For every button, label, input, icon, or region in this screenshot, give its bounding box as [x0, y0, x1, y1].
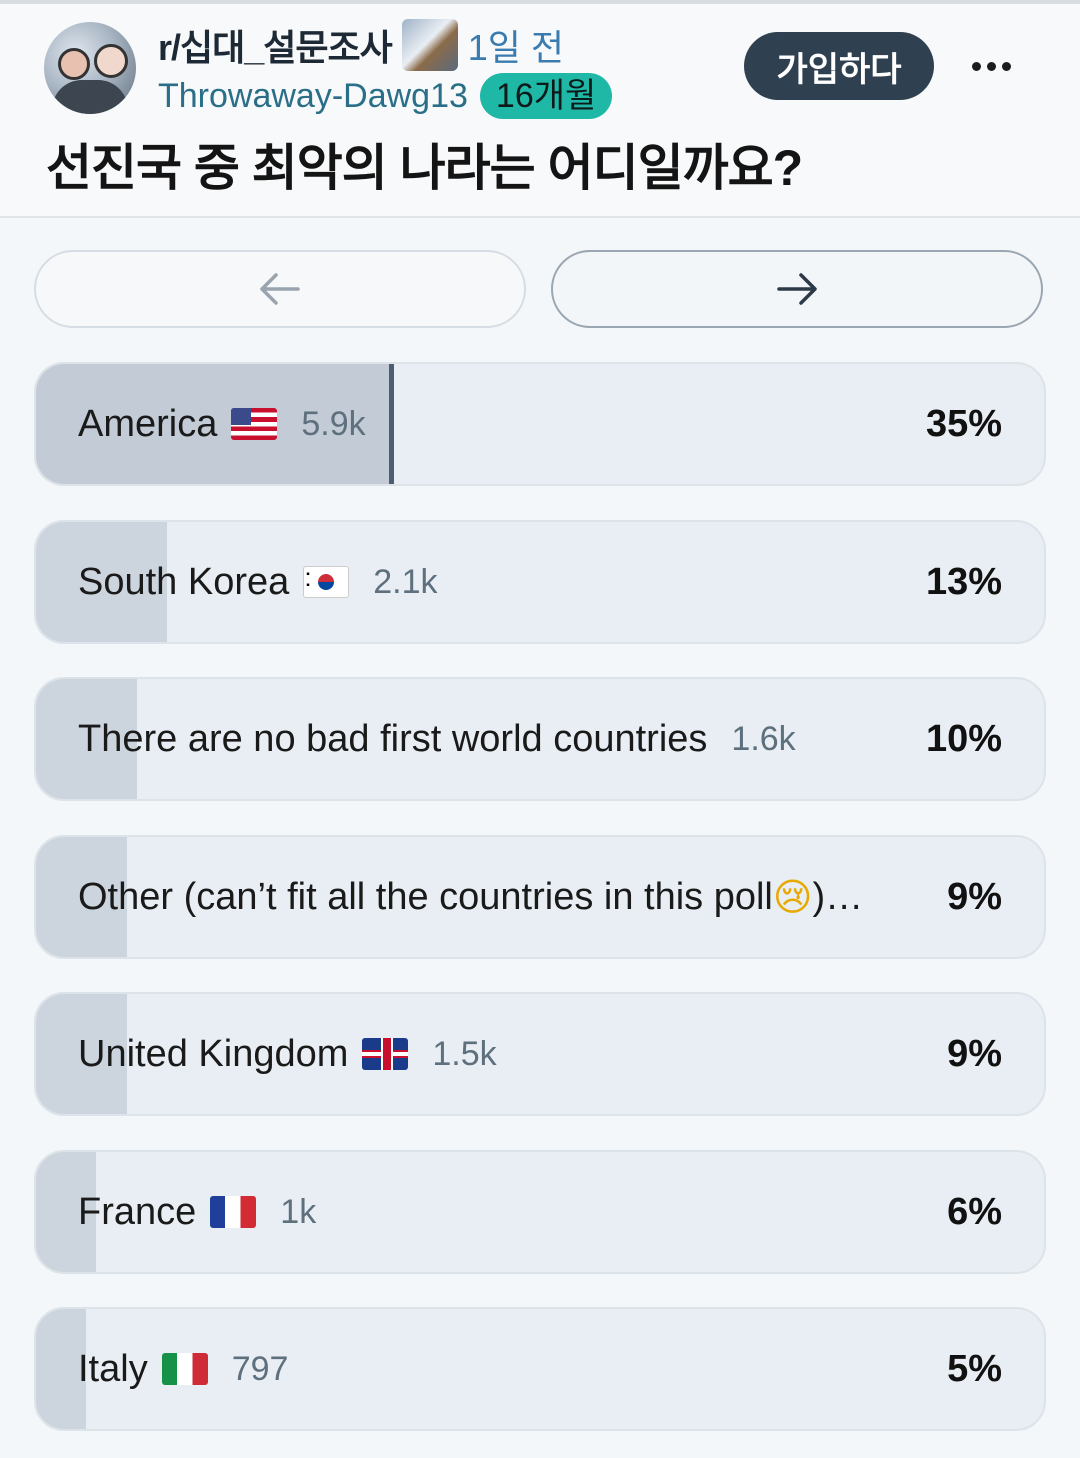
post-time: 1일 전 [467, 27, 565, 68]
vote-percent: 10% [925, 717, 1002, 760]
option-label: France [78, 1190, 197, 1233]
poll-option-united-kingdom[interactable]: United Kingdom 1.5k 9% [34, 992, 1046, 1116]
crying-face-icon: 😢 [772, 875, 813, 919]
subreddit-name[interactable]: r/십대_설문조사 [158, 19, 393, 71]
vote-percent: 6% [947, 1190, 1002, 1233]
poll-option-italy[interactable]: Italy 797 5% [34, 1307, 1046, 1431]
uk-flag-icon [362, 1038, 409, 1070]
poll-option-other[interactable]: Other (can’t fit all the countries in th… [34, 835, 1046, 959]
more-options-button[interactable] [966, 44, 1016, 88]
poll-option-no-bad-countries[interactable]: There are no bad first world countries 1… [34, 677, 1046, 801]
next-button[interactable] [551, 250, 1043, 328]
vote-percent: 5% [947, 1347, 1002, 1390]
vote-count: 1.6k [731, 719, 796, 758]
poll-option-france[interactable]: France 1k 6% [34, 1150, 1046, 1274]
arrow-left-icon [260, 273, 300, 305]
subreddit-avatar[interactable] [44, 22, 136, 114]
more-dot-icon [986, 61, 996, 71]
vote-count: 1k [280, 1192, 317, 1231]
more-dot-icon [1001, 61, 1011, 71]
previous-button[interactable] [34, 250, 526, 328]
option-label: Italy [78, 1347, 148, 1390]
vote-percent: 35% [925, 402, 1002, 445]
kr-flag-icon [303, 566, 350, 598]
vote-count: 2.1k [373, 562, 438, 601]
option-label: United Kingdom [78, 1032, 349, 1075]
post-title: 선진국 중 최악의 나라는 어디일까요? [46, 140, 803, 196]
subreddit-row: r/십대_설문조사 1일 전 [158, 19, 565, 71]
poll-option-south-korea[interactable]: South Korea 2.1k 13% [34, 520, 1046, 644]
post-header: r/십대_설문조사 1일 전 Throwaway-Dawg13 16개월 가입하… [0, 4, 1080, 218]
author-username[interactable]: Throwaway-Dawg13 [158, 77, 468, 116]
vote-percent: 13% [925, 560, 1002, 603]
vote-count: 797 [231, 1349, 289, 1388]
option-label: South Korea [78, 560, 290, 603]
option-label: America [78, 402, 218, 445]
option-label: Other (can’t fit all the countries in th… [78, 875, 773, 918]
arrow-right-icon [777, 273, 817, 305]
option-label-suffix: )… [812, 875, 864, 918]
it-flag-icon [161, 1353, 208, 1385]
poll-option-america[interactable]: America 5.9k 35% [34, 362, 1046, 486]
us-flag-icon [231, 408, 278, 440]
vote-percent: 9% [947, 1032, 1002, 1075]
vote-percent: 9% [947, 875, 1002, 918]
more-dot-icon [971, 61, 981, 71]
fr-flag-icon [210, 1196, 257, 1228]
account-age-badge: 16개월 [479, 73, 613, 119]
join-button[interactable]: 가입하다 [744, 32, 934, 100]
vote-count: 5.9k [301, 404, 366, 443]
vote-count: 1.5k [432, 1034, 497, 1073]
option-label: There are no bad first world countries [78, 717, 708, 760]
user-avatar-icon[interactable] [401, 19, 458, 71]
author-row: Throwaway-Dawg13 16개월 [158, 72, 613, 120]
